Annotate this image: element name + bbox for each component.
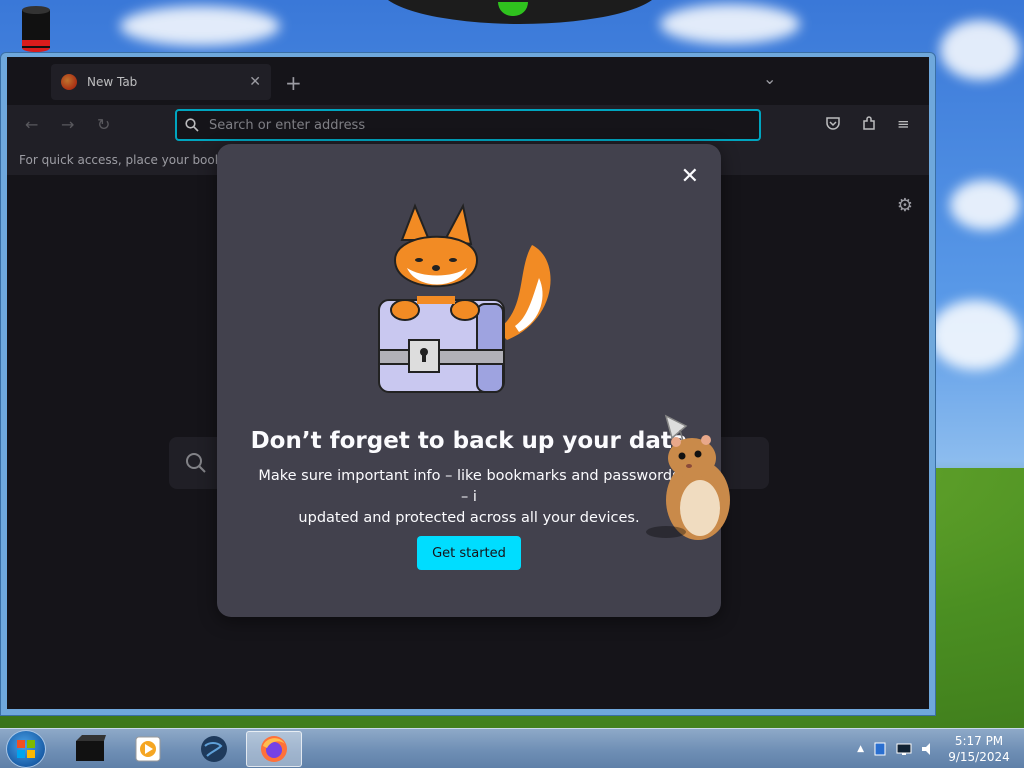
network-icon[interactable] (872, 741, 888, 757)
firefox-icon (261, 736, 287, 762)
wallpaper-cloud (660, 4, 800, 44)
windows-logo-icon (17, 740, 35, 758)
get-started-button[interactable]: Get started (417, 536, 521, 570)
wallpaper-cloud (120, 6, 280, 46)
clock-time: 5:17 PM (954, 734, 1004, 748)
show-hidden-icons-button[interactable]: ▲ (857, 744, 864, 754)
clock[interactable]: 5:17 PM 9/15/2024 (944, 733, 1014, 765)
close-icon[interactable]: ✕ (681, 164, 699, 189)
dock-bar-icon[interactable] (380, 0, 660, 24)
taskbar-item-firefox[interactable] (246, 731, 302, 767)
top-hat-icon[interactable] (16, 4, 56, 52)
dock-indicator (498, 2, 528, 16)
start-button[interactable] (6, 730, 46, 768)
taskbar-item-media-player[interactable] (120, 731, 176, 767)
taskbar: ▲ 5:17 PM 9/15/2024 (0, 728, 1024, 768)
dialog-body-line: updated and protected across all your de… (298, 510, 640, 526)
clock-date: 9/15/2024 (948, 750, 1010, 764)
monitor-icon[interactable] (896, 741, 912, 757)
media-box-icon (76, 735, 106, 761)
hamster-pet-icon[interactable] (636, 412, 736, 547)
system-tray: ▲ 5:17 PM 9/15/2024 (857, 729, 1024, 768)
globe-icon (201, 736, 227, 762)
wallpaper-cloud (930, 300, 1020, 370)
dialog-body: Make sure important info – like bookmark… (257, 466, 681, 529)
wallpaper-cloud (950, 180, 1020, 230)
media-player-icon (135, 736, 161, 762)
fox-treasure-chest-illustration (378, 203, 551, 393)
taskbar-item-media-box[interactable] (62, 731, 118, 767)
taskbar-item-globe[interactable] (186, 731, 242, 767)
wallpaper-cloud (940, 20, 1020, 80)
dialog-body-line: Make sure important info – like bookmark… (258, 468, 680, 505)
volume-icon[interactable] (920, 741, 936, 757)
